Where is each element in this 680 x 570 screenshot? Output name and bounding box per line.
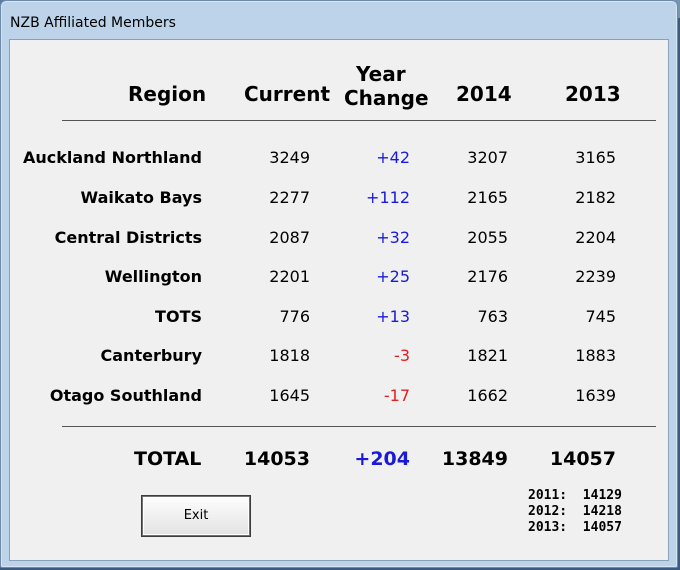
region-name: Canterbury — [100, 346, 202, 365]
value-2013: 2204 — [575, 228, 616, 247]
year-change-value: +25 — [376, 267, 410, 286]
value-2014: 2165 — [467, 188, 508, 207]
dialog-window: NZB Affiliated Members Region Current Ye… — [0, 0, 678, 568]
members-panel: Region Current Year Change 2014 2013 Auc… — [9, 39, 669, 561]
header-change-line1: Year — [356, 62, 406, 86]
year-change-value: +42 — [376, 148, 410, 167]
total-current: 14053 — [243, 448, 310, 470]
current-value: 776 — [279, 307, 310, 326]
year-change-value: +112 — [366, 188, 410, 207]
total-label: TOTAL — [134, 448, 202, 470]
value-2013: 2182 — [575, 188, 616, 207]
current-value: 1818 — [269, 346, 310, 365]
year-change-value: +32 — [376, 228, 410, 247]
history-year: 2012: — [528, 504, 568, 519]
value-2014: 2176 — [467, 267, 508, 286]
year-change-value: +13 — [376, 307, 410, 326]
value-2013: 1883 — [575, 346, 616, 365]
total-divider — [62, 426, 656, 427]
history-2011: 2011: 14129 — [528, 488, 622, 503]
history-value: 14218 — [582, 504, 622, 519]
year-change-value: -17 — [383, 386, 410, 405]
value-2013: 3165 — [575, 148, 616, 167]
region-name: Wellington — [104, 267, 202, 286]
history-year: 2013: — [528, 520, 568, 535]
region-name: TOTS — [155, 307, 202, 326]
value-2014: 2055 — [467, 228, 508, 247]
region-name: Waikato Bays — [80, 188, 202, 207]
total-2013: 14057 — [549, 448, 616, 470]
history-year: 2011: — [528, 488, 568, 503]
value-2013: 1639 — [575, 386, 616, 405]
exit-button[interactable]: Exit — [142, 496, 250, 536]
value-2014: 1662 — [467, 386, 508, 405]
history-2012: 2012: 14218 — [528, 504, 622, 519]
header-divider — [62, 120, 656, 121]
window-title: NZB Affiliated Members — [10, 15, 176, 31]
region-name: Central Districts — [54, 228, 202, 247]
header-change-line2: Change — [344, 86, 429, 110]
header-2014: 2014 — [456, 82, 512, 106]
current-value: 1645 — [269, 386, 310, 405]
history-value: 14057 — [582, 520, 622, 535]
year-change-value: -3 — [394, 346, 410, 365]
region-name: Otago Southland — [49, 386, 202, 405]
value-2013: 2239 — [575, 267, 616, 286]
value-2014: 763 — [477, 307, 508, 326]
region-name: Auckland Northland — [22, 148, 202, 167]
current-value: 2201 — [269, 267, 310, 286]
current-value: 2087 — [269, 228, 310, 247]
total-2014: 13849 — [441, 448, 508, 470]
history-value: 14129 — [582, 488, 622, 503]
header-region: Region — [128, 82, 207, 106]
value-2013: 745 — [585, 307, 616, 326]
value-2014: 3207 — [467, 148, 508, 167]
current-value: 3249 — [269, 148, 310, 167]
total-change: +204 — [354, 448, 410, 470]
header-2013: 2013 — [565, 82, 621, 106]
history-2013: 2013: 14057 — [528, 520, 622, 535]
header-current: Current — [244, 82, 331, 106]
current-value: 2277 — [269, 188, 310, 207]
value-2014: 1821 — [467, 346, 508, 365]
